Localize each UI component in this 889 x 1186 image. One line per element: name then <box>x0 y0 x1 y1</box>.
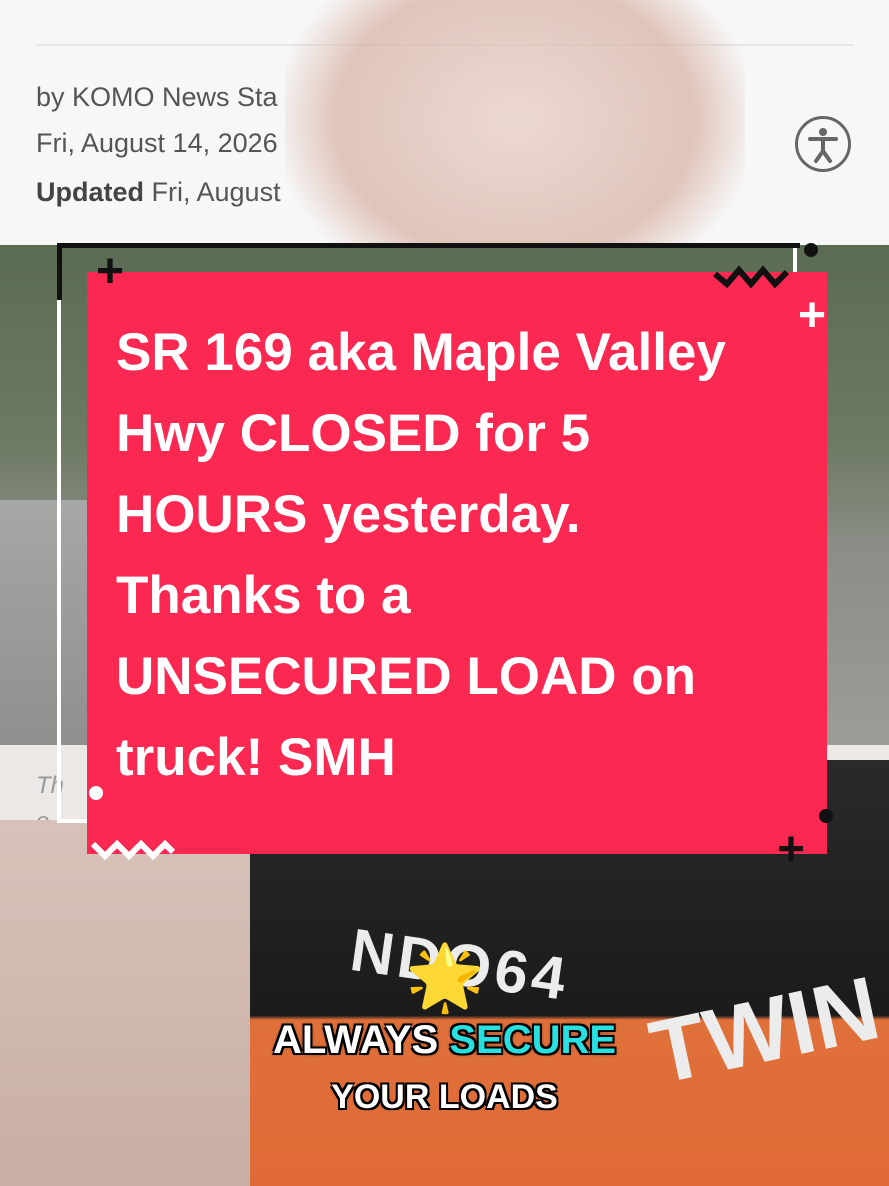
zigzag-icon <box>713 265 790 288</box>
dot-icon <box>804 243 818 257</box>
caption-line-2: YOUR LOADS <box>331 1078 558 1116</box>
overlay-frame-top <box>57 243 800 248</box>
updated-line: Updated Fri, August <box>36 177 281 208</box>
byline: by KOMO News Sta <box>36 82 278 112</box>
caption-word-secure: SECURE <box>449 1018 617 1062</box>
plus-icon: + <box>777 823 806 876</box>
plus-icon: + <box>798 289 827 342</box>
updated-label: Updated <box>36 177 144 207</box>
overlay-frame-corner <box>57 243 62 300</box>
overlay-text: SR 169 aka Maple Valley Hwy CLOSED for 5… <box>116 323 726 787</box>
dot-icon <box>819 809 833 823</box>
publish-date: Fri, August 14, 2026 <box>36 128 278 158</box>
caption-word-always: ALWAYS <box>272 1018 439 1062</box>
updated-value: Fri, August <box>151 177 281 207</box>
zigzag-icon <box>90 839 176 861</box>
plus-icon: + <box>96 245 125 298</box>
star-icon: 🌟 <box>405 941 485 1013</box>
dot-icon <box>89 786 103 800</box>
accessibility-icon[interactable] <box>795 116 851 172</box>
caption-line-1: ALWAYS SECURE <box>0 1018 889 1063</box>
